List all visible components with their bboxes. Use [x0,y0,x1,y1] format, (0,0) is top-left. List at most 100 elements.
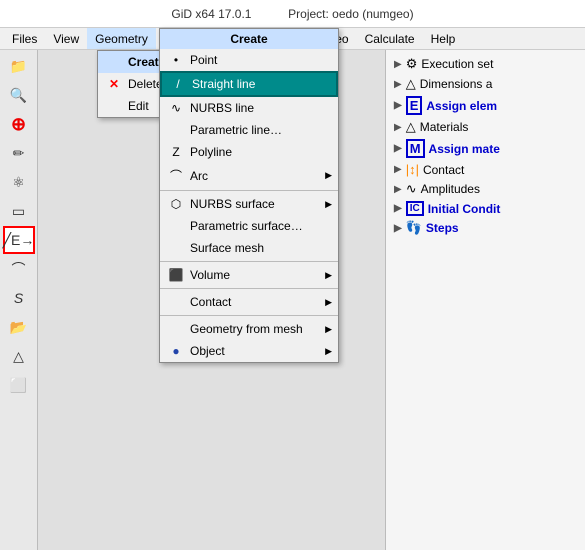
panel-steps[interactable]: ▶ 👣 Steps [390,218,581,238]
arrow-steps: ▶ [394,223,402,234]
tool-add[interactable]: ⊕ [3,110,35,138]
parametric-line-label: Parametric line… [190,123,282,137]
arrow-initial-cond: ▶ [394,203,402,214]
arc-icon: ⌒ [168,167,184,184]
create-submenu: Create • Point / Straight line ∿ NURBS l… [159,28,339,363]
polyline-label: Polyline [190,145,232,159]
separator-1 [160,190,338,191]
menu-help[interactable]: Help [423,28,464,49]
create-parametric-surface[interactable]: Parametric surface… [160,215,338,237]
separator-3 [160,288,338,289]
panel-assign-mate[interactable]: ▶ M Assign mate [390,137,581,160]
volume-icon: ⬛ [168,268,184,282]
object-label: Object [190,344,225,358]
side-panel: ▶ ⚙ Execution set ▶ △ Dimensions a ▶ E A… [385,50,585,550]
create-nurbs-line[interactable]: ∿ NURBS line [160,97,338,119]
tool-edit[interactable]: ✏ [3,139,35,167]
dimensions-label: Dimensions a [420,77,493,91]
panel-amplitudes[interactable]: ▶ ∿ Amplitudes [390,179,581,199]
assign-mate-label: Assign mate [429,142,500,156]
separator-2 [160,261,338,262]
create-object[interactable]: ● Object [160,340,338,362]
initial-cond-icon: IC [406,201,424,216]
nurbs-line-label: NURBS line [190,101,254,115]
volume-label: Volume [190,268,230,282]
create-contact[interactable]: Contact [160,291,338,313]
delete-label: Delete [128,77,163,91]
menu-geometry[interactable]: Geometry [87,28,156,49]
execution-label: Execution set [421,57,493,71]
menu-calculate[interactable]: Calculate [357,28,423,49]
panel-contact[interactable]: ▶ |↕| Contact [390,160,581,179]
arrow-materials: ▶ [394,122,402,133]
tool-folder2[interactable]: 📂 [3,313,35,341]
amplitudes-icon: ∿ [406,181,417,197]
initial-cond-label: Initial Condit [428,202,501,216]
arrow-assign-elem: ▶ [394,100,402,111]
straight-line-label: Straight line [192,77,255,91]
create-arc[interactable]: ⌒ Arc [160,163,338,188]
panel-assign-elem[interactable]: ▶ E Assign elem [390,94,581,117]
tool-line[interactable]: ╱E→ [3,226,35,254]
tool-triangle[interactable]: △ [3,342,35,370]
contact-panel-label: Contact [423,163,464,177]
panel-initial-cond[interactable]: ▶ IC Initial Condit [390,199,581,218]
nurbs-surface-icon: ⬡ [168,197,184,211]
create-polyline[interactable]: Z Polyline [160,141,338,163]
title-bar: GiD x64 17.0.1 Project: oedo (numgeo) [0,0,585,28]
point-label: Point [190,53,217,67]
arc-label: Arc [190,169,208,183]
tool-curve[interactable]: S [3,284,35,312]
dimensions-icon: △ [406,76,416,92]
tool-zoom[interactable]: 🔍 [3,81,35,109]
panel-execution-set[interactable]: ▶ ⚙ Execution set [390,54,581,74]
panel-dimensions[interactable]: ▶ △ Dimensions a [390,74,581,94]
create-parametric-line[interactable]: Parametric line… [160,119,338,141]
nurbs-line-icon: ∿ [168,101,184,115]
create-geometry-from-mesh[interactable]: Geometry from mesh [160,318,338,340]
arrow-assign-mate: ▶ [394,143,402,154]
create-straight-line[interactable]: / Straight line [160,71,338,97]
arrow-dimensions: ▶ [394,79,402,90]
create-volume[interactable]: ⬛ Volume [160,264,338,286]
contact-label: Contact [190,295,231,309]
assign-elem-label: Assign elem [426,99,497,113]
object-icon: ● [168,344,184,358]
edit-label: Edit [128,99,149,113]
panel-materials[interactable]: ▶ △ Materials [390,117,581,137]
steps-icon: 👣 [406,220,422,236]
app-name: GiD x64 17.0.1 [171,7,251,21]
execution-icon: ⚙ [406,56,418,72]
assign-elem-icon: E [406,96,423,115]
surface-mesh-label: Surface mesh [190,241,264,255]
nurbs-surface-label: NURBS surface [190,197,275,211]
menu-view[interactable]: View [45,28,87,49]
arrow-contact: ▶ [394,164,402,175]
project-info: Project: oedo (numgeo) [288,7,413,21]
assign-mate-icon: M [406,139,425,158]
tool-atom[interactable]: ⚛ [3,168,35,196]
geometry-from-mesh-label: Geometry from mesh [190,322,303,336]
point-icon: • [168,53,184,67]
create-nurbs-surface[interactable]: ⬡ NURBS surface [160,193,338,215]
steps-label: Steps [426,221,459,235]
arrow-amplitudes: ▶ [394,184,402,195]
tool-arc2[interactable]: ⌒ [3,255,35,283]
contact-panel-icon: |↕| [406,162,419,177]
parametric-surface-label: Parametric surface… [190,219,303,233]
create-submenu-header: Create [160,29,338,49]
materials-label: Materials [420,120,469,134]
arrow-execution: ▶ [394,59,402,70]
straight-line-icon: / [170,77,186,91]
left-toolbar: 📁 🔍 ⊕ ✏ ⚛ ▭ ╱E→ ⌒ S 📂 △ ⬜ [0,50,38,550]
menu-files[interactable]: Files [4,28,45,49]
polyline-icon: Z [168,145,184,159]
create-point[interactable]: • Point [160,49,338,71]
create-surface-mesh[interactable]: Surface mesh [160,237,338,259]
amplitudes-label: Amplitudes [421,182,480,196]
tool-folder[interactable]: 📁 [3,52,35,80]
separator-4 [160,315,338,316]
tool-rect[interactable]: ▭ [3,197,35,225]
tool-quad[interactable]: ⬜ [3,371,35,399]
materials-icon: △ [406,119,416,135]
